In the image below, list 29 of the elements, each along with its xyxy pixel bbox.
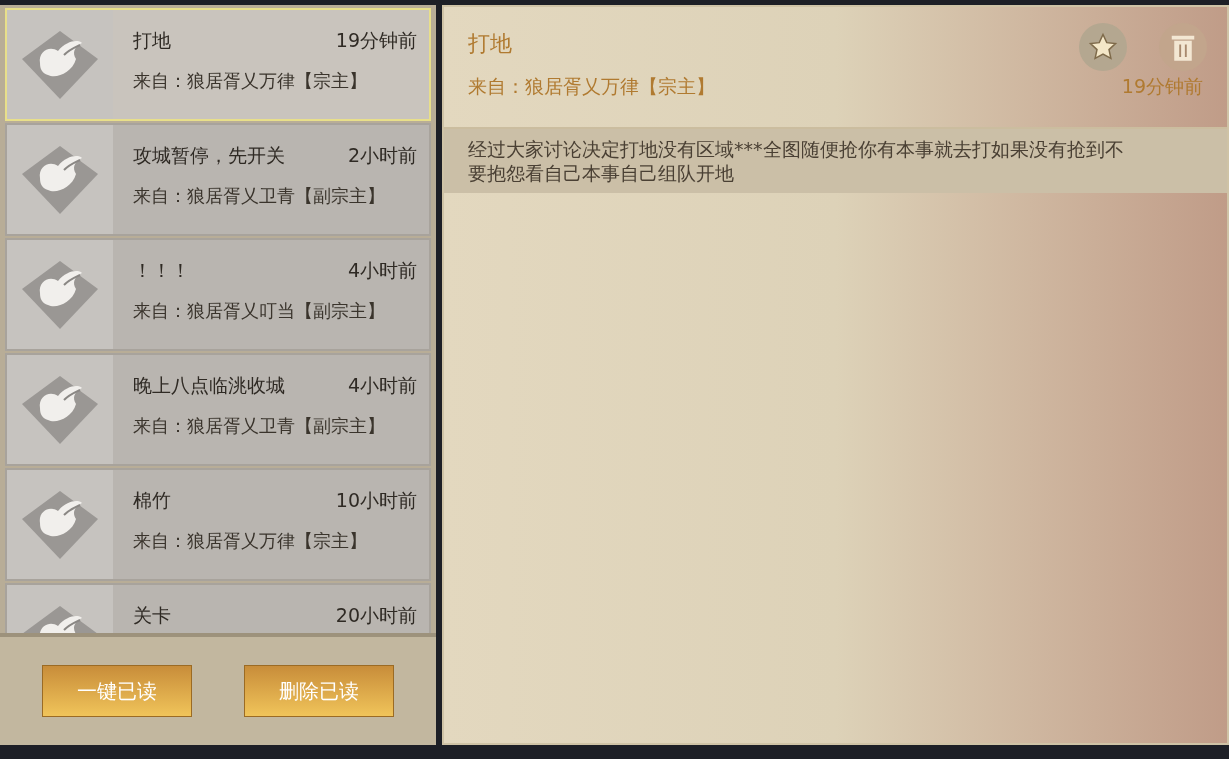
favorite-button[interactable]: [1079, 23, 1127, 71]
mail-sender: 来自：狼居胥乂卫青【副宗主】: [133, 183, 386, 208]
mail-subject: 棉竹: [133, 488, 171, 513]
detail-title: 打地: [468, 30, 512, 58]
mail-item[interactable]: 攻城暂停，先开关 2小时前 来自：狼居胥乂卫青【副宗主】: [5, 123, 431, 236]
mail-item[interactable]: 晚上八点临洮收城 4小时前 来自：狼居胥乂卫青【副宗主】: [5, 353, 431, 466]
mail-item[interactable]: 关卡 20小时前: [5, 583, 431, 633]
mail-subject: ！！！: [133, 258, 190, 283]
mail-item[interactable]: ！！！ 4小时前 来自：狼居胥乂叮当【副宗主】: [5, 238, 431, 351]
mail-sender: 来自：狼居胥乂万律【宗主】: [133, 528, 368, 553]
mail-time: 2小时前: [347, 143, 417, 168]
mail-time: 20小时前: [335, 603, 417, 628]
mail-sender: 来自：狼居胥乂卫青【副宗主】: [133, 413, 386, 438]
detail-time: 19分钟前: [1121, 74, 1203, 99]
mail-time: 4小时前: [347, 258, 417, 283]
mail-subject: 打地: [133, 28, 171, 53]
star-icon: [1088, 32, 1118, 62]
mail-subject: 关卡: [133, 603, 171, 628]
mail-subject: 攻城暂停，先开关: [133, 143, 285, 168]
mail-subject: 晚上八点临洮收城: [133, 373, 285, 398]
mail-time: 4小时前: [347, 373, 417, 398]
mail-sender: 来自：狼居胥乂叮当【副宗主】: [133, 298, 386, 323]
mail-time: 19分钟前: [335, 28, 417, 53]
mail-item[interactable]: 打地 19分钟前 来自：狼居胥乂万律【宗主】: [5, 8, 431, 121]
detail-sender: 来自：狼居胥乂万律【宗主】: [468, 74, 715, 99]
mail-time: 10小时前: [335, 488, 417, 513]
mail-sender: 来自：狼居胥乂万律【宗主】: [133, 68, 368, 93]
mail-item[interactable]: 棉竹 10小时前 来自：狼居胥乂万律【宗主】: [5, 468, 431, 581]
mail-body: 经过大家讨论决定打地没有区域***全图随便抢你有本事就去打如果没有抢到不要抱怨看自己本事自己组队开地: [468, 137, 1125, 185]
